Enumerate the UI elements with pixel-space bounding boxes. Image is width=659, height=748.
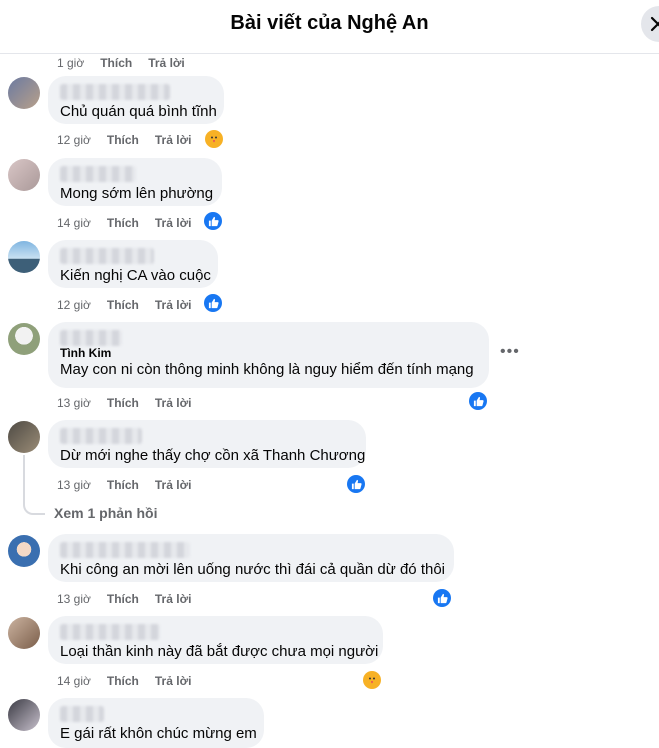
comment-bubble: Dừ mới nghe thấy chợ cồn xã Thanh Chương: [48, 420, 366, 468]
like-link[interactable]: Thích: [107, 592, 139, 606]
like-reaction-icon[interactable]: [204, 294, 222, 312]
reply-link[interactable]: Trả lời: [155, 674, 192, 688]
comment-text: Kiến nghị CA vào cuộc: [60, 267, 211, 284]
comment-actions: 12 giờ Thích Trả lời: [57, 298, 191, 312]
close-icon: [650, 16, 659, 32]
commenter-name[interactable]: Tình Kim: [60, 346, 477, 360]
comment-time[interactable]: 12 giờ: [57, 133, 91, 147]
care-reaction-icon[interactable]: [205, 130, 223, 148]
avatar[interactable]: [8, 617, 40, 649]
comment-text: Khi công an mời lên uống nước thì đái cả…: [60, 561, 445, 578]
comment-bubble: Tình Kim May con ni còn thông minh không…: [48, 322, 489, 388]
avatar[interactable]: [8, 241, 40, 273]
comment-actions: 12 giờ Thích Trả lời: [57, 133, 191, 147]
reply-link[interactable]: Trả lời: [155, 133, 192, 147]
avatar[interactable]: [8, 77, 40, 109]
like-reaction-icon[interactable]: [469, 392, 487, 410]
like-link[interactable]: Thích: [107, 478, 139, 492]
care-reaction-icon[interactable]: [363, 671, 381, 689]
like-link[interactable]: Thích: [107, 396, 139, 410]
commenter-name-redacted[interactable]: [60, 248, 154, 264]
comment-actions: 13 giờ Thích Trả lời: [57, 478, 191, 492]
like-link[interactable]: Thích: [107, 216, 139, 230]
like-link[interactable]: Thích: [107, 674, 139, 688]
reply-link[interactable]: Trả lời: [148, 56, 185, 70]
comment-text: May con ni còn thông minh không là nguy …: [60, 361, 474, 378]
reply-link[interactable]: Trả lời: [155, 478, 192, 492]
comment-text: E gái rất khôn chúc mừng em: [60, 725, 257, 742]
comment-time[interactable]: 1 giờ: [57, 56, 84, 70]
like-reaction-icon[interactable]: [347, 475, 365, 493]
comment-time[interactable]: 14 giờ: [57, 674, 91, 688]
commenter-name-redacted[interactable]: [60, 330, 122, 346]
reply-link[interactable]: Trả lời: [155, 298, 192, 312]
like-link[interactable]: Thích: [107, 298, 139, 312]
avatar[interactable]: [8, 421, 40, 453]
comment-time[interactable]: 13 giờ: [57, 396, 91, 410]
reply-link[interactable]: Trả lời: [155, 216, 192, 230]
comment-text: Loại thần kinh này đã bắt được chưa mọi …: [60, 643, 379, 660]
comment-bubble: E gái rất khôn chúc mừng em: [48, 698, 264, 748]
like-link[interactable]: Thích: [107, 133, 139, 147]
comment-actions: 13 giờ Thích Trả lời: [57, 396, 191, 410]
dialog-header: Bài viết của Nghệ An: [0, 0, 659, 54]
comment-bubble: Khi công an mời lên uống nước thì đái cả…: [48, 534, 454, 582]
avatar[interactable]: [8, 323, 40, 355]
comment-bubble: Chủ quán quá bình tĩnh: [48, 76, 224, 124]
comment-time[interactable]: 13 giờ: [57, 592, 91, 606]
reply-link[interactable]: Trả lời: [155, 396, 192, 410]
commenter-name-redacted[interactable]: [60, 542, 190, 558]
comment-time[interactable]: 12 giờ: [57, 298, 91, 312]
avatar[interactable]: [8, 159, 40, 191]
commenter-name-redacted[interactable]: [60, 84, 170, 100]
avatar[interactable]: [8, 535, 40, 567]
comment-bubble: Kiến nghị CA vào cuộc: [48, 240, 218, 288]
thread-connector: [23, 503, 45, 515]
reply-link[interactable]: Trả lời: [155, 592, 192, 606]
comment-time[interactable]: 13 giờ: [57, 478, 91, 492]
avatar[interactable]: [8, 699, 40, 731]
thread-line: [23, 455, 25, 505]
commenter-name-redacted[interactable]: [60, 166, 136, 182]
view-replies-link[interactable]: Xem 1 phản hồi: [54, 505, 157, 521]
like-reaction-icon[interactable]: [204, 212, 222, 230]
dialog-title: Bài viết của Nghệ An: [230, 12, 429, 34]
comment-text: Mong sớm lên phường: [60, 185, 214, 202]
comment-actions: 1 giờ Thích Trả lời: [57, 56, 185, 70]
commenter-name-redacted[interactable]: [60, 428, 142, 444]
more-options-icon[interactable]: •••: [500, 343, 520, 361]
comment-time[interactable]: 14 giờ: [57, 216, 91, 230]
comment-actions: 13 giờ Thích Trả lời: [57, 592, 191, 606]
like-reaction-icon[interactable]: [433, 589, 451, 607]
commenter-name-redacted[interactable]: [60, 706, 104, 722]
comment-text: Chủ quán quá bình tĩnh: [60, 103, 217, 120]
comment-bubble: Mong sớm lên phường: [48, 158, 222, 206]
comment-actions: 14 giờ Thích Trả lời: [57, 216, 191, 230]
comment-text: Dừ mới nghe thấy chợ cồn xã Thanh Chương: [60, 447, 366, 464]
comment-actions: 14 giờ Thích Trả lời: [57, 674, 191, 688]
comment-bubble: Loại thần kinh này đã bắt được chưa mọi …: [48, 616, 383, 664]
commenter-name-redacted[interactable]: [60, 624, 160, 640]
like-link[interactable]: Thích: [100, 56, 132, 70]
